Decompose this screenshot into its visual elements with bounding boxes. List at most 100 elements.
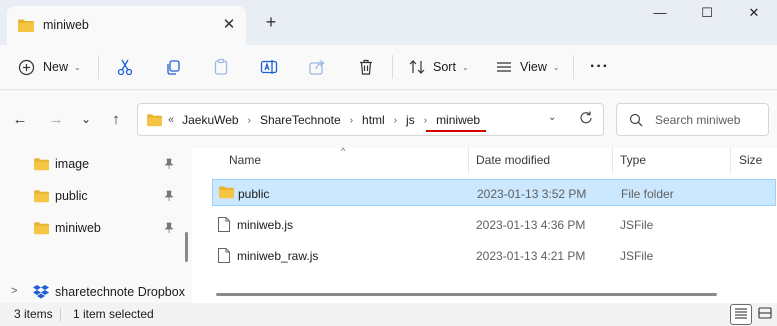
close-tab-icon[interactable]: ✕: [218, 14, 240, 36]
chevron-right-icon[interactable]: ›: [350, 115, 353, 126]
recent-locations-button[interactable]: ⌄: [76, 109, 96, 129]
sidebar-item-label: image: [55, 157, 90, 171]
refresh-icon: [578, 111, 594, 129]
up-button[interactable]: ↑: [106, 109, 126, 129]
sidebar-item-label: miniweb: [55, 221, 101, 235]
file-name: miniweb.js: [237, 218, 294, 232]
breadcrumb-item-miniweb[interactable]: miniweb: [426, 113, 487, 132]
column-divider[interactable]: [730, 148, 731, 174]
chevron-down-icon: ⌄: [461, 62, 469, 72]
pin-icon[interactable]: [163, 190, 175, 205]
tiles-view-button[interactable]: [754, 304, 776, 325]
sort-button[interactable]: Sort ⌄: [408, 51, 469, 83]
file-date-modified: 2023-01-13 4:21 PM: [476, 249, 586, 263]
file-type: JSFile: [620, 249, 654, 263]
close-window-button[interactable]: ✕: [731, 0, 777, 28]
search-box[interactable]: [616, 103, 769, 136]
plus-circle-icon: [18, 59, 35, 76]
back-button[interactable]: ←: [10, 109, 30, 129]
search-input[interactable]: [655, 111, 763, 129]
file-type: File folder: [621, 187, 674, 201]
more-options-button[interactable]: ···: [590, 51, 609, 83]
view-button[interactable]: View ⌄: [495, 51, 560, 83]
breadcrumb-item-sharetechnote[interactable]: ShareTechnote: [260, 113, 341, 127]
file-list: ^ Name Date modified Type Size public 20…: [192, 146, 777, 303]
column-header-size[interactable]: Size: [739, 148, 762, 174]
horizontal-scrollbar[interactable]: [216, 293, 717, 296]
file-icon: [217, 247, 231, 267]
share-icon: [308, 58, 326, 76]
sidebar-item-public[interactable]: public: [0, 182, 180, 210]
arrow-right-icon: →: [48, 110, 64, 128]
table-row[interactable]: public 2023-01-13 3:52 PM File folder: [212, 179, 776, 206]
folder-icon: [146, 113, 163, 130]
sidebar-item-miniweb[interactable]: miniweb: [0, 214, 180, 242]
folder-icon: [218, 185, 235, 202]
search-icon: [629, 113, 643, 130]
breadcrumb: « JaekuWeb › ShareTechnote › html › js ›…: [168, 113, 487, 132]
sort-label: Sort: [433, 60, 456, 74]
forward-button[interactable]: →: [46, 109, 66, 129]
copy-button[interactable]: [164, 51, 182, 83]
folder-icon: [17, 18, 35, 36]
new-button[interactable]: New ⌄: [18, 51, 81, 83]
breadcrumb-item-jaekuweb[interactable]: JaekuWeb: [182, 113, 238, 127]
view-label: View: [520, 60, 547, 74]
trash-icon: [357, 58, 375, 76]
column-divider[interactable]: [612, 148, 613, 174]
item-count: 3 items: [14, 307, 53, 321]
chevron-down-icon: ⌄: [74, 62, 81, 72]
table-row[interactable]: miniweb.js 2023-01-13 4:36 PM JSFile: [212, 211, 776, 238]
breadcrumb-overflow-button[interactable]: «: [168, 114, 174, 126]
share-button[interactable]: [308, 51, 326, 83]
new-tab-button[interactable]: +: [260, 12, 282, 34]
breadcrumb-item-js[interactable]: js: [406, 113, 415, 127]
arrow-left-icon: ←: [12, 110, 28, 128]
file-date-modified: 2023-01-13 3:52 PM: [477, 187, 587, 201]
maximize-button[interactable]: ☐: [684, 0, 730, 28]
breadcrumb-item-html[interactable]: html: [362, 113, 385, 127]
file-type: JSFile: [620, 218, 654, 232]
chevron-right-icon[interactable]: ›: [394, 115, 397, 126]
delete-button[interactable]: [357, 51, 375, 83]
chevron-right-icon[interactable]: ›: [424, 115, 427, 126]
dropbox-icon: [33, 284, 49, 302]
nav-pane-scrollbar[interactable]: [185, 232, 188, 262]
pin-icon[interactable]: [163, 158, 175, 173]
refresh-button[interactable]: [578, 110, 594, 129]
address-row: ← → ⌄ ↑ « JaekuWeb › ShareTechnote › htm…: [0, 91, 777, 148]
chevron-right-icon[interactable]: ›: [248, 115, 251, 126]
address-history-dropdown[interactable]: ⌄: [548, 112, 556, 123]
column-header-date-modified[interactable]: Date modified: [476, 148, 550, 174]
column-divider[interactable]: [468, 148, 469, 174]
tiles-view-icon: [758, 307, 772, 322]
details-view-icon: [734, 307, 748, 322]
arrow-up-icon: ↑: [112, 110, 120, 128]
rename-icon: [260, 58, 278, 76]
details-view-button[interactable]: [730, 304, 752, 325]
column-header-type[interactable]: Type: [620, 148, 646, 174]
address-bar[interactable]: « JaekuWeb › ShareTechnote › html › js ›…: [137, 103, 604, 136]
paste-button[interactable]: [212, 51, 230, 83]
minimize-button[interactable]: —: [637, 0, 683, 28]
rename-button[interactable]: [260, 51, 278, 83]
sidebar-item-label: sharetechnote Dropbox: [55, 285, 185, 299]
clipboard-icon: [212, 58, 230, 76]
sidebar-item-dropbox[interactable]: > sharetechnote Dropbox: [0, 278, 185, 306]
tab-miniweb[interactable]: miniweb ✕: [7, 6, 246, 45]
divider: [573, 55, 574, 79]
table-row[interactable]: miniweb_raw.js 2023-01-13 4:21 PM JSFile: [212, 242, 776, 269]
tab-title: miniweb: [43, 18, 89, 32]
sort-icon: [408, 58, 426, 76]
copy-icon: [164, 58, 182, 76]
cut-button[interactable]: [116, 51, 134, 83]
sidebar-item-image[interactable]: image: [0, 150, 180, 178]
chevron-down-icon: ⌄: [552, 62, 560, 72]
folder-icon: [33, 221, 50, 238]
expand-chevron-icon[interactable]: >: [11, 285, 17, 297]
navigation-pane: image public miniweb > sharetechnote Dro…: [0, 148, 192, 303]
pin-icon[interactable]: [163, 222, 175, 237]
status-bar: 3 items 1 item selected: [0, 303, 777, 326]
column-header-name[interactable]: Name: [229, 148, 261, 174]
chevron-down-icon: ⌄: [80, 112, 92, 126]
